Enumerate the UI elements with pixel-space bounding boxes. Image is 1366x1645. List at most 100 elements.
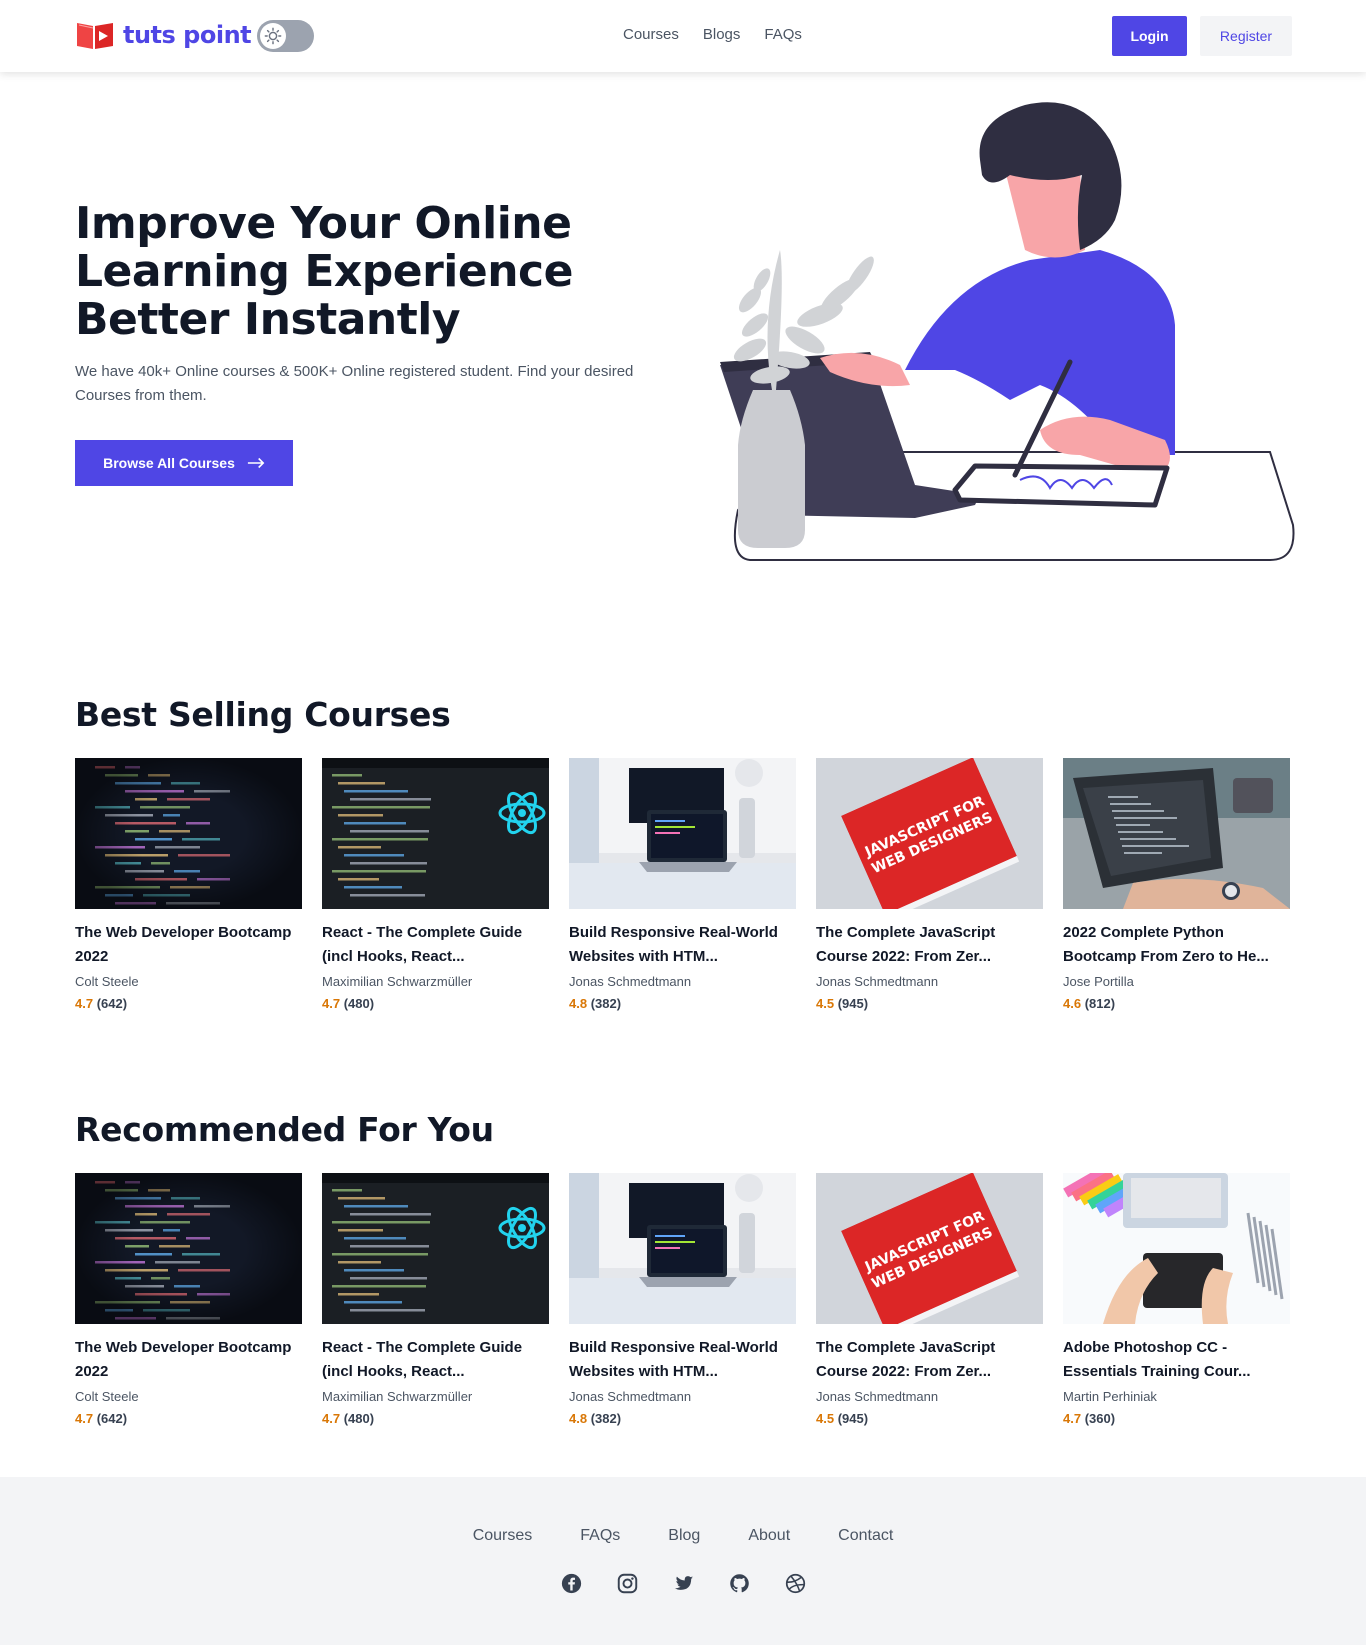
course-thumbnail[interactable] xyxy=(75,1173,302,1324)
best-selling-title: Best Selling Courses xyxy=(75,695,451,734)
footer-link-about[interactable]: About xyxy=(748,1527,790,1545)
course-rating: 4.8 (382) xyxy=(569,993,796,1015)
review-count: (480) xyxy=(343,1411,375,1426)
course-thumbnail[interactable] xyxy=(75,758,302,909)
course-card[interactable]: React - The Complete Guide (incl Hooks, … xyxy=(322,1173,549,1430)
course-author: Jonas Schmedtmann xyxy=(569,974,692,989)
course-title[interactable]: The Web Developer Bootcamp 2022 xyxy=(75,921,302,969)
dribbble-icon[interactable] xyxy=(784,1572,806,1594)
course-title[interactable]: Build Responsive Real-World Websites wit… xyxy=(569,1336,796,1384)
best-selling-list: The Web Developer Bootcamp 2022 Colt Ste… xyxy=(75,758,1290,1015)
course-thumbnail[interactable] xyxy=(322,1173,549,1324)
browse-button-label: Browse All Courses xyxy=(103,455,235,471)
review-count: (945) xyxy=(837,996,869,1011)
instagram-icon[interactable] xyxy=(616,1572,638,1594)
hero-title: Improve Your Online Learning Experience … xyxy=(75,200,595,344)
rating-value: 4.8 xyxy=(569,1411,588,1426)
course-thumbnail[interactable]: JAVASCRIPT FOR WEB DESIGNERS xyxy=(816,1173,1043,1324)
footer: Courses FAQs Blog About Contact xyxy=(0,1477,1366,1645)
course-thumbnail[interactable]: JAVASCRIPT FOR WEB DESIGNERS xyxy=(816,758,1043,909)
facebook-icon[interactable] xyxy=(560,1572,582,1594)
rating-value: 4.7 xyxy=(75,996,94,1011)
rating-value: 4.6 xyxy=(1063,996,1082,1011)
rating-value: 4.7 xyxy=(1063,1411,1082,1426)
brand-logo[interactable]: tuts point xyxy=(75,19,252,51)
hero-subtitle: We have 40k+ Online courses & 500K+ Onli… xyxy=(75,363,634,404)
review-count: (382) xyxy=(590,996,622,1011)
course-title[interactable]: Adobe Photoshop CC - Essentials Training… xyxy=(1063,1336,1290,1384)
theme-toggle[interactable] xyxy=(257,20,314,52)
footer-link-courses[interactable]: Courses xyxy=(473,1527,533,1545)
twitter-icon[interactable] xyxy=(672,1572,694,1594)
course-card[interactable]: Build Responsive Real-World Websites wit… xyxy=(569,1173,796,1430)
hero-title-line: Learning Experience xyxy=(75,246,573,297)
browse-all-courses-button[interactable]: Browse All Courses xyxy=(75,440,293,486)
course-rating: 4.7 (642) xyxy=(75,993,302,1015)
review-count: (642) xyxy=(96,996,128,1011)
sun-icon xyxy=(260,23,286,49)
course-rating: 4.7 (360) xyxy=(1063,1408,1290,1430)
course-thumbnail[interactable] xyxy=(569,758,796,909)
course-card[interactable]: JAVASCRIPT FOR WEB DESIGNERS The Complet… xyxy=(816,758,1043,1015)
hero-illustration xyxy=(720,102,1295,561)
rating-value: 4.7 xyxy=(322,1411,341,1426)
course-title[interactable]: 2022 Complete Python Bootcamp From Zero … xyxy=(1063,921,1290,969)
course-author: Jonas Schmedtmann xyxy=(816,1389,939,1404)
github-icon[interactable] xyxy=(728,1572,750,1594)
footer-link-contact[interactable]: Contact xyxy=(838,1527,893,1545)
course-rating: 4.7 (642) xyxy=(75,1408,302,1430)
main-nav: Courses Blogs FAQs xyxy=(623,26,802,43)
footer-link-faqs[interactable]: FAQs xyxy=(580,1527,620,1545)
recommended-list: The Web Developer Bootcamp 2022 Colt Ste… xyxy=(75,1173,1290,1430)
nav-link-blogs[interactable]: Blogs xyxy=(703,26,741,43)
course-card[interactable]: 2022 Complete Python Bootcamp From Zero … xyxy=(1063,758,1290,1015)
review-count: (642) xyxy=(96,1411,128,1426)
course-thumbnail[interactable] xyxy=(569,1173,796,1324)
course-author: Colt Steele xyxy=(75,974,139,989)
course-title[interactable]: The Complete JavaScript Course 2022: Fro… xyxy=(816,1336,1043,1384)
hero-title-line: Better Instantly xyxy=(75,294,461,345)
course-author: Jonas Schmedtmann xyxy=(816,974,939,989)
course-title[interactable]: The Complete JavaScript Course 2022: Fro… xyxy=(816,921,1043,969)
course-rating: 4.8 (382) xyxy=(569,1408,796,1430)
course-card[interactable]: JAVASCRIPT FOR WEB DESIGNERS The Complet… xyxy=(816,1173,1043,1430)
rating-value: 4.5 xyxy=(816,996,835,1011)
nav-link-faqs[interactable]: FAQs xyxy=(764,26,802,43)
course-author: Maximilian Schwarzmüller xyxy=(322,1389,473,1404)
course-author: Martin Perhiniak xyxy=(1063,1389,1157,1404)
course-author: Maximilian Schwarzmüller xyxy=(322,974,473,989)
review-count: (812) xyxy=(1084,996,1116,1011)
rating-value: 4.7 xyxy=(322,996,341,1011)
course-author: Jonas Schmedtmann xyxy=(569,1389,692,1404)
course-card[interactable]: The Web Developer Bootcamp 2022 Colt Ste… xyxy=(75,758,302,1015)
course-author: Jose Portilla xyxy=(1063,974,1134,989)
course-title[interactable]: The Web Developer Bootcamp 2022 xyxy=(75,1336,302,1384)
course-card[interactable]: React - The Complete Guide (incl Hooks, … xyxy=(322,758,549,1015)
register-button[interactable]: Register xyxy=(1200,16,1292,56)
course-author: Colt Steele xyxy=(75,1389,139,1404)
course-thumbnail[interactable] xyxy=(1063,758,1290,909)
course-title[interactable]: React - The Complete Guide (incl Hooks, … xyxy=(322,921,549,969)
course-title[interactable]: Build Responsive Real-World Websites wit… xyxy=(569,921,796,969)
recommended-title: Recommended For You xyxy=(75,1110,494,1149)
review-count: (382) xyxy=(590,1411,622,1426)
hero-title-line: Improve Your Online xyxy=(75,198,572,249)
course-rating: 4.6 (812) xyxy=(1063,993,1290,1015)
social-links xyxy=(0,1572,1366,1594)
course-card[interactable]: The Web Developer Bootcamp 2022 Colt Ste… xyxy=(75,1173,302,1430)
login-button[interactable]: Login xyxy=(1112,16,1187,56)
rating-value: 4.8 xyxy=(569,996,588,1011)
footer-links: Courses FAQs Blog About Contact xyxy=(0,1527,1366,1545)
course-title[interactable]: React - The Complete Guide (incl Hooks, … xyxy=(322,1336,549,1384)
arrow-right-icon xyxy=(247,457,265,469)
brand-name: tuts point xyxy=(123,21,252,49)
course-card[interactable]: Adobe Photoshop CC - Essentials Training… xyxy=(1063,1173,1290,1430)
review-count: (360) xyxy=(1084,1411,1116,1426)
footer-link-blog[interactable]: Blog xyxy=(668,1527,700,1545)
course-card[interactable]: Build Responsive Real-World Websites wit… xyxy=(569,758,796,1015)
nav-link-courses[interactable]: Courses xyxy=(623,26,679,43)
course-thumbnail[interactable] xyxy=(322,758,549,909)
rating-value: 4.7 xyxy=(75,1411,94,1426)
play-book-icon xyxy=(77,23,113,49)
course-thumbnail[interactable] xyxy=(1063,1173,1290,1324)
